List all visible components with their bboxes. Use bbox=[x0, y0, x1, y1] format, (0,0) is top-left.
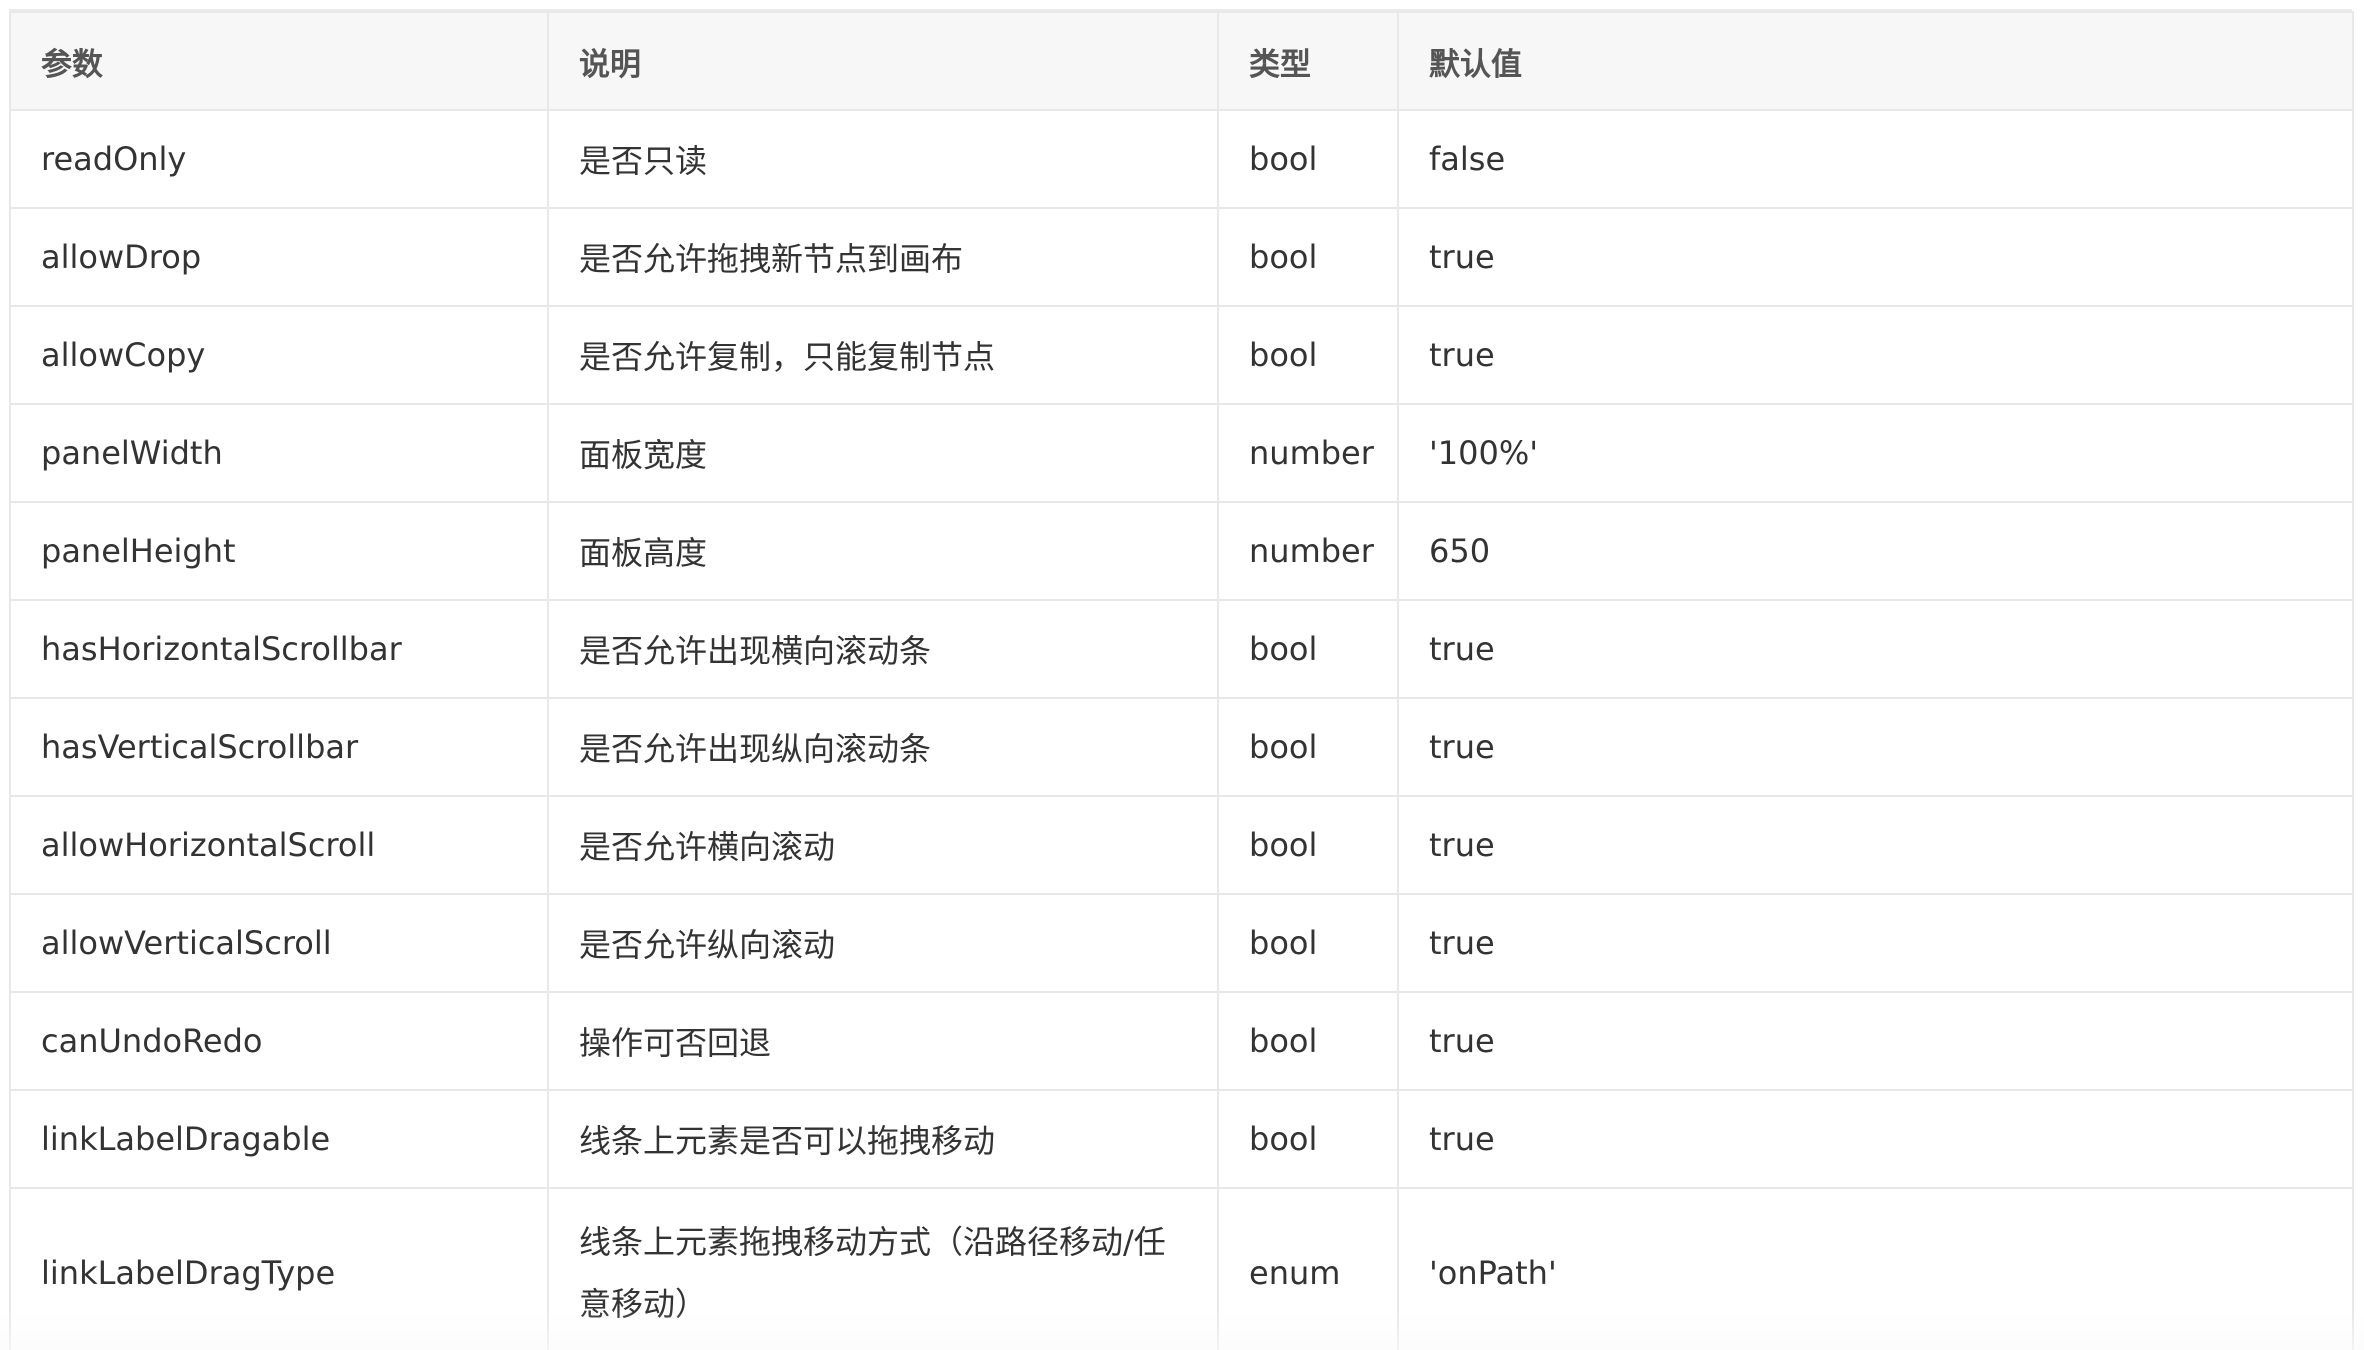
table-row: allowVerticalScroll 是否允许纵向滚动 bool true bbox=[9, 893, 2354, 993]
param-description: 是否允许横向滚动 bbox=[547, 795, 1219, 895]
param-type: bool bbox=[1217, 893, 1399, 993]
param-name: linkLabelDragable bbox=[9, 1089, 549, 1189]
param-default: '100%' bbox=[1397, 403, 2354, 503]
param-name: linkLabelDragType bbox=[9, 1187, 549, 1350]
param-name: hasHorizontalScrollbar bbox=[9, 599, 549, 699]
page: 参数 说明 类型 默认值 readOnly 是否只读 bool false al… bbox=[0, 0, 2364, 1350]
param-name: panelWidth bbox=[9, 403, 549, 503]
params-table: 参数 说明 类型 默认值 readOnly 是否只读 bool false al… bbox=[9, 11, 2354, 1350]
table-row: allowCopy 是否允许复制，只能复制节点 bool true bbox=[9, 305, 2354, 405]
table-row: linkLabelDragable 线条上元素是否可以拖拽移动 bool tru… bbox=[9, 1089, 2354, 1189]
param-description: 是否允许出现横向滚动条 bbox=[547, 599, 1219, 699]
param-default: false bbox=[1397, 109, 2354, 209]
param-type: bool bbox=[1217, 795, 1399, 895]
table-row: panelWidth 面板宽度 number '100%' bbox=[9, 403, 2354, 503]
table-row: canUndoRedo 操作可否回退 bool true bbox=[9, 991, 2354, 1091]
param-name: allowHorizontalScroll bbox=[9, 795, 549, 895]
param-default: 650 bbox=[1397, 501, 2354, 601]
table-row: allowDrop 是否允许拖拽新节点到画布 bool true bbox=[9, 207, 2354, 307]
table-header-row: 参数 说明 类型 默认值 bbox=[9, 11, 2354, 111]
param-type: number bbox=[1217, 403, 1399, 503]
param-type: bool bbox=[1217, 697, 1399, 797]
param-description: 是否允许出现纵向滚动条 bbox=[547, 697, 1219, 797]
param-description: 面板宽度 bbox=[547, 403, 1219, 503]
param-type: bool bbox=[1217, 1089, 1399, 1189]
header-type: 类型 bbox=[1217, 11, 1399, 111]
param-name: hasVerticalScrollbar bbox=[9, 697, 549, 797]
param-default: true bbox=[1397, 207, 2354, 307]
header-param: 参数 bbox=[9, 11, 549, 111]
param-type: bool bbox=[1217, 991, 1399, 1091]
param-type: bool bbox=[1217, 207, 1399, 307]
param-name: allowDrop bbox=[9, 207, 549, 307]
param-description: 是否只读 bbox=[547, 109, 1219, 209]
header-description: 说明 bbox=[547, 11, 1219, 111]
param-name: allowCopy bbox=[9, 305, 549, 405]
param-default: true bbox=[1397, 599, 2354, 699]
param-description: 线条上元素拖拽移动方式（沿路径移动/任意移动） bbox=[547, 1187, 1219, 1350]
param-name: panelHeight bbox=[9, 501, 549, 601]
table-row: hasVerticalScrollbar 是否允许出现纵向滚动条 bool tr… bbox=[9, 697, 2354, 797]
param-default: true bbox=[1397, 795, 2354, 895]
param-type: bool bbox=[1217, 599, 1399, 699]
param-description: 面板高度 bbox=[547, 501, 1219, 601]
table-row: hasHorizontalScrollbar 是否允许出现横向滚动条 bool … bbox=[9, 599, 2354, 699]
param-default: true bbox=[1397, 1089, 2354, 1189]
param-type: bool bbox=[1217, 305, 1399, 405]
param-description: 线条上元素是否可以拖拽移动 bbox=[547, 1089, 1219, 1189]
param-description: 是否允许拖拽新节点到画布 bbox=[547, 207, 1219, 307]
param-name: allowVerticalScroll bbox=[9, 893, 549, 993]
table-row: linkLabelDragType 线条上元素拖拽移动方式（沿路径移动/任意移动… bbox=[9, 1187, 2354, 1350]
param-default: 'onPath' bbox=[1397, 1187, 2354, 1350]
param-default: true bbox=[1397, 305, 2354, 405]
param-type: enum bbox=[1217, 1187, 1399, 1350]
param-description: 是否允许纵向滚动 bbox=[547, 893, 1219, 993]
table-row: allowHorizontalScroll 是否允许横向滚动 bool true bbox=[9, 795, 2354, 895]
param-type: number bbox=[1217, 501, 1399, 601]
param-description: 是否允许复制，只能复制节点 bbox=[547, 305, 1219, 405]
param-default: true bbox=[1397, 893, 2354, 993]
table-row: panelHeight 面板高度 number 650 bbox=[9, 501, 2354, 601]
param-description: 操作可否回退 bbox=[547, 991, 1219, 1091]
param-name: readOnly bbox=[9, 109, 549, 209]
param-default: true bbox=[1397, 697, 2354, 797]
param-name: canUndoRedo bbox=[9, 991, 549, 1091]
header-default: 默认值 bbox=[1397, 11, 2354, 111]
param-type: bool bbox=[1217, 109, 1399, 209]
param-default: true bbox=[1397, 991, 2354, 1091]
table-row: readOnly 是否只读 bool false bbox=[9, 109, 2354, 209]
